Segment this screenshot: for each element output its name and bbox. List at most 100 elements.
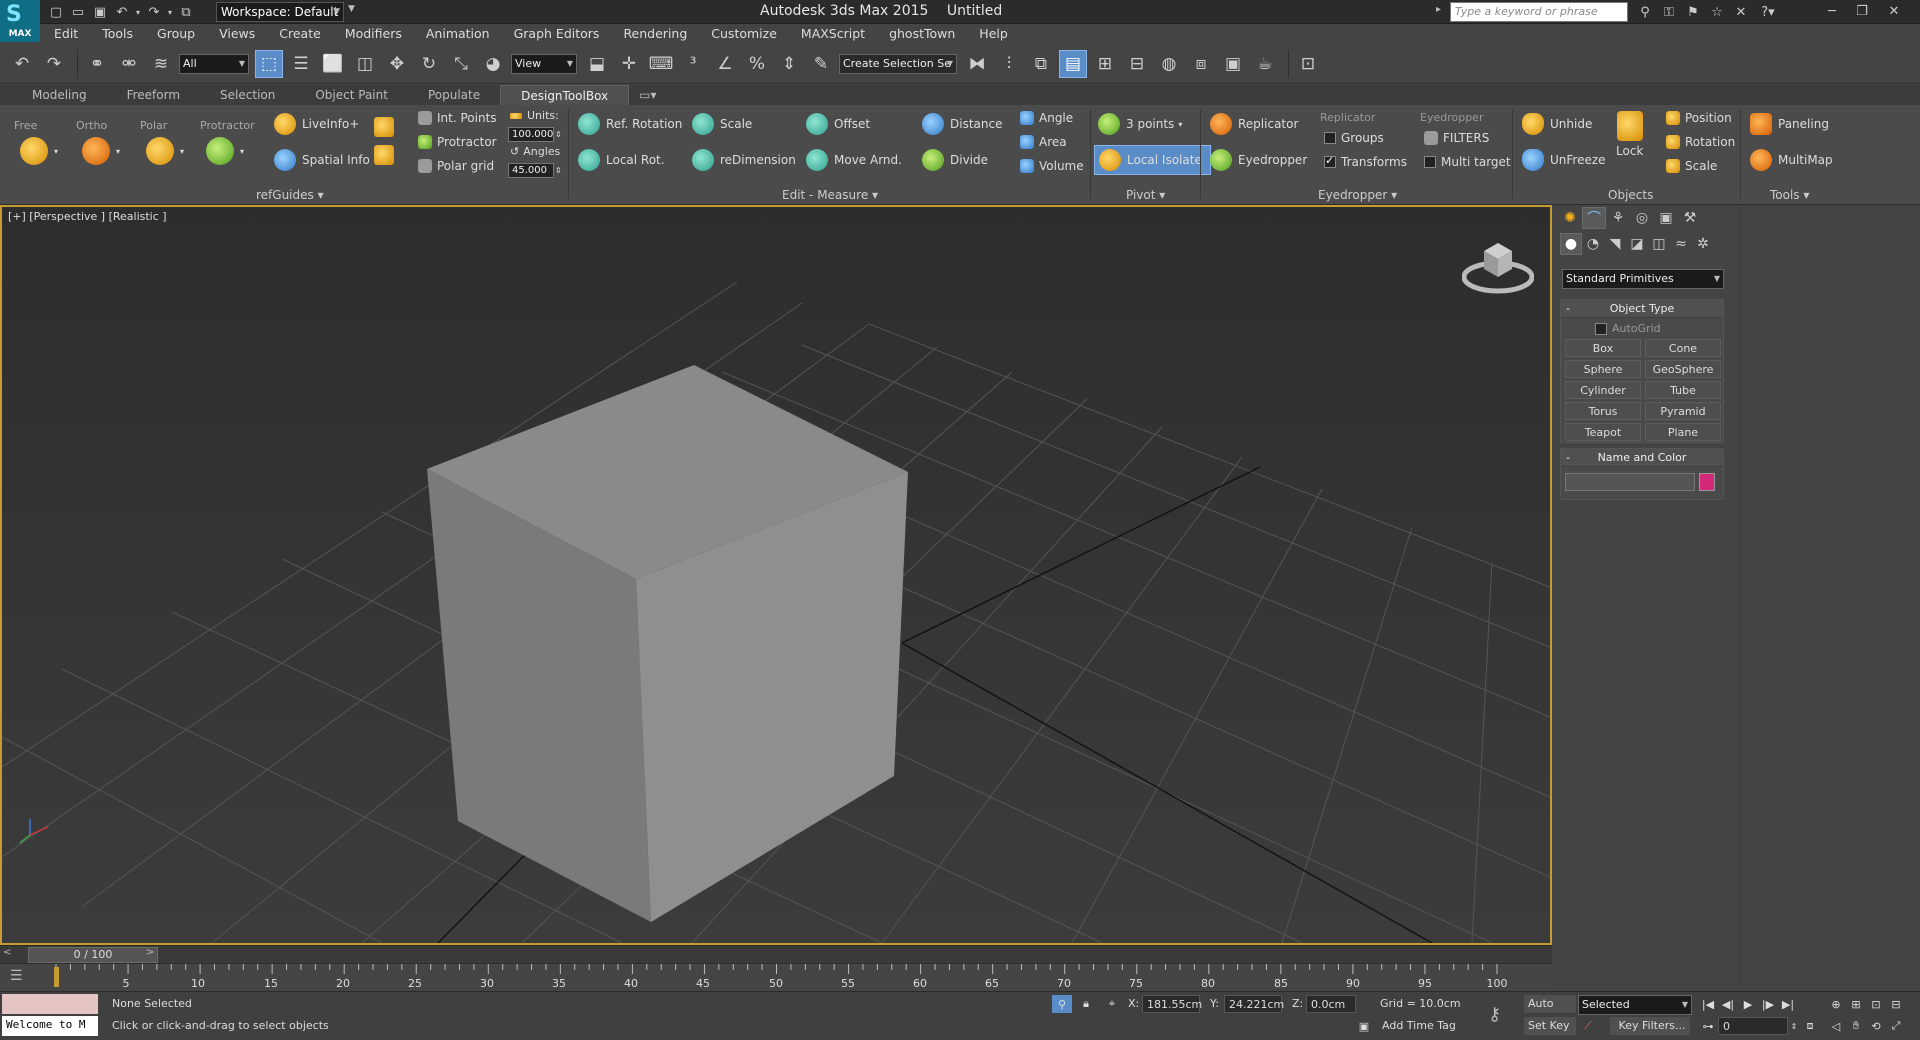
tab-object-paint[interactable]: Object Paint xyxy=(295,85,408,105)
plane-button[interactable]: Plane xyxy=(1645,423,1721,441)
key-mode-toggle-icon[interactable]: ⊶ xyxy=(1698,1017,1718,1035)
lock-scale-button[interactable]: Scale xyxy=(1666,159,1717,173)
play-icon[interactable]: ▶ xyxy=(1738,995,1758,1013)
set-keys-key-icon[interactable]: ⚷ xyxy=(1488,1004,1501,1025)
liveinfo-options-button[interactable] xyxy=(374,145,399,165)
redo-icon[interactable]: ↷ xyxy=(144,2,164,22)
open-file-icon[interactable]: ▭ xyxy=(68,2,88,22)
minimize-icon[interactable]: ─ xyxy=(1818,0,1846,22)
object-color-swatch[interactable] xyxy=(1699,473,1715,491)
key-mode-dropdown[interactable]: Selected ▼ xyxy=(1578,995,1692,1015)
favorites-star-icon[interactable]: ☆ xyxy=(1706,2,1728,22)
lock-position-button[interactable]: Position xyxy=(1666,111,1732,125)
angle-snap-icon[interactable]: ∠ xyxy=(711,50,739,78)
autogrid-checkbox[interactable]: AutoGrid xyxy=(1595,322,1723,335)
tab-populate[interactable]: Populate xyxy=(408,85,500,105)
pan-view-icon[interactable]: ✋︎ xyxy=(1846,1017,1866,1035)
time-slider[interactable]: < 0 / 100 > xyxy=(0,945,1552,963)
helpers-icon[interactable]: ◫ xyxy=(1648,233,1670,255)
menu-tools[interactable]: Tools xyxy=(90,24,145,44)
modify-tab-icon[interactable]: ⌒ xyxy=(1582,207,1606,229)
go-to-end-icon[interactable]: ▶| xyxy=(1778,995,1798,1013)
selection-lock-icon[interactable]: 🔒︎ xyxy=(1076,995,1096,1013)
redo-dropdown-icon[interactable]: ▾ xyxy=(166,2,174,22)
track-bar[interactable]: ☰ 5 10 15 20 25 30 35 40 45 50 55 60 65 … xyxy=(0,963,1552,991)
x-coordinate-field[interactable]: 181.55cm xyxy=(1142,995,1202,1013)
angles-spinner[interactable]: 45.000 ⇕ xyxy=(508,163,562,178)
edit-named-selection-icon[interactable]: ✎ xyxy=(807,50,835,78)
select-and-place-icon[interactable]: ◕ xyxy=(479,50,507,78)
toggle-scene-explorer-icon[interactable]: ▤ xyxy=(1059,49,1087,78)
select-by-name-icon[interactable]: ☰ xyxy=(287,50,315,78)
angle-button[interactable]: Angle xyxy=(1020,111,1073,125)
rectangular-selection-icon[interactable]: ⬜ xyxy=(319,50,347,78)
polar-snap-button[interactable]: ▾ xyxy=(146,137,184,165)
ribbon-options-icon[interactable]: ▭▾ xyxy=(629,85,666,105)
multimap-button[interactable]: MultiMap xyxy=(1750,149,1833,171)
paneling-button[interactable]: Paneling xyxy=(1750,113,1829,135)
lights-icon[interactable]: ◥ xyxy=(1604,233,1626,255)
schematic-view-icon[interactable]: ⊟ xyxy=(1123,50,1151,78)
lock-rotation-button[interactable]: Rotation xyxy=(1666,135,1735,149)
spinner-snap-icon[interactable]: ⇕ xyxy=(775,50,803,78)
divide-button[interactable]: Divide xyxy=(922,149,988,171)
display-tab-icon[interactable]: ▣ xyxy=(1654,207,1678,229)
set-key-button[interactable]: Set Key xyxy=(1524,1017,1576,1035)
replicator-button[interactable]: Replicator xyxy=(1210,113,1298,135)
select-and-manipulate-icon[interactable]: ✛ xyxy=(615,50,643,78)
scale-button[interactable]: Scale xyxy=(692,113,752,135)
offset-button[interactable]: Offset xyxy=(806,113,870,135)
new-file-icon[interactable]: ▢ xyxy=(46,2,66,22)
frame-spinner-icon[interactable]: ⇕ xyxy=(1788,1017,1800,1035)
local-isolate-button[interactable]: Local Isolate xyxy=(1094,145,1211,175)
material-editor-icon[interactable]: ◍ xyxy=(1155,50,1183,78)
unfreeze-button[interactable]: UnFreeze xyxy=(1522,149,1606,171)
volume-button[interactable]: Volume xyxy=(1020,159,1084,173)
pivot-center-icon[interactable]: ⬓ xyxy=(583,50,611,78)
communication-icon[interactable]: ⚑ xyxy=(1682,2,1704,22)
group-title-refguides[interactable]: refGuides ▾ xyxy=(256,188,324,202)
int-points-button[interactable]: Int. Points xyxy=(418,111,497,125)
select-object-icon[interactable]: ⬚ xyxy=(255,49,283,78)
menu-create[interactable]: Create xyxy=(267,24,333,44)
shapes-icon[interactable]: ◔ xyxy=(1582,233,1604,255)
motion-tab-icon[interactable]: ◎ xyxy=(1630,207,1654,229)
menu-rendering[interactable]: Rendering xyxy=(611,24,699,44)
menu-animation[interactable]: Animation xyxy=(414,24,502,44)
category-dropdown[interactable]: Standard Primitives ▼ xyxy=(1562,269,1724,289)
zoom-icon[interactable]: ⊕ xyxy=(1826,995,1846,1013)
help-icon[interactable]: ?▾ xyxy=(1754,2,1782,22)
angles-value[interactable]: 45.000 xyxy=(508,163,554,178)
undo-dropdown-icon[interactable]: ▾ xyxy=(134,2,142,22)
default-in-out-tangents-icon[interactable]: ⟋ xyxy=(1578,1017,1598,1035)
current-time-marker[interactable] xyxy=(54,967,59,987)
close-window-icon[interactable]: ✕ xyxy=(1880,0,1908,22)
redo-icon[interactable]: ↷ xyxy=(40,50,68,78)
protractor-button[interactable]: Protractor xyxy=(418,135,497,149)
curve-editor-icon[interactable]: ⊞ xyxy=(1091,50,1119,78)
reference-coordinate-dropdown[interactable]: View ▼ xyxy=(511,53,577,74)
bind-to-space-warp-icon[interactable]: ≋ xyxy=(147,50,175,78)
group-title-tools[interactable]: Tools ▾ xyxy=(1770,188,1809,202)
select-and-rotate-icon[interactable]: ↻ xyxy=(415,50,443,78)
hierarchy-tab-icon[interactable]: ⚘ xyxy=(1606,207,1630,229)
render-production-icon[interactable]: ☕ xyxy=(1251,50,1279,78)
cylinder-button[interactable]: Cylinder xyxy=(1565,381,1641,399)
layer-manager-icon[interactable]: ⧉ xyxy=(1027,50,1055,78)
tab-freeform[interactable]: Freeform xyxy=(107,85,200,105)
select-and-scale-icon[interactable]: ⤡ xyxy=(447,50,475,78)
next-key-icon[interactable]: |▶ xyxy=(1758,995,1778,1013)
current-frame-field[interactable]: 0 xyxy=(1718,1017,1788,1035)
name-and-color-header[interactable]: - Name and Color xyxy=(1561,449,1723,467)
move-around-button[interactable]: Move Arnd. xyxy=(806,149,902,171)
ortho-snap-button[interactable]: ▾ xyxy=(82,137,120,165)
align-icon[interactable]: ⫶ xyxy=(995,50,1023,78)
tab-designtoolbox[interactable]: DesignToolBox xyxy=(500,85,630,105)
perspective-viewport[interactable]: [+] [Perspective ] [Realistic ] xyxy=(0,205,1552,945)
groups-checkbox[interactable]: Groups xyxy=(1324,131,1384,145)
menu-maxscript[interactable]: MAXScript xyxy=(789,24,877,44)
group-title-eyedropper[interactable]: Eyedropper ▾ xyxy=(1318,188,1397,202)
transforms-checkbox[interactable]: Transforms xyxy=(1324,154,1407,169)
utilities-tab-icon[interactable]: ⚒ xyxy=(1678,207,1702,229)
maximize-viewport-icon[interactable]: ⤢ xyxy=(1886,1017,1906,1035)
